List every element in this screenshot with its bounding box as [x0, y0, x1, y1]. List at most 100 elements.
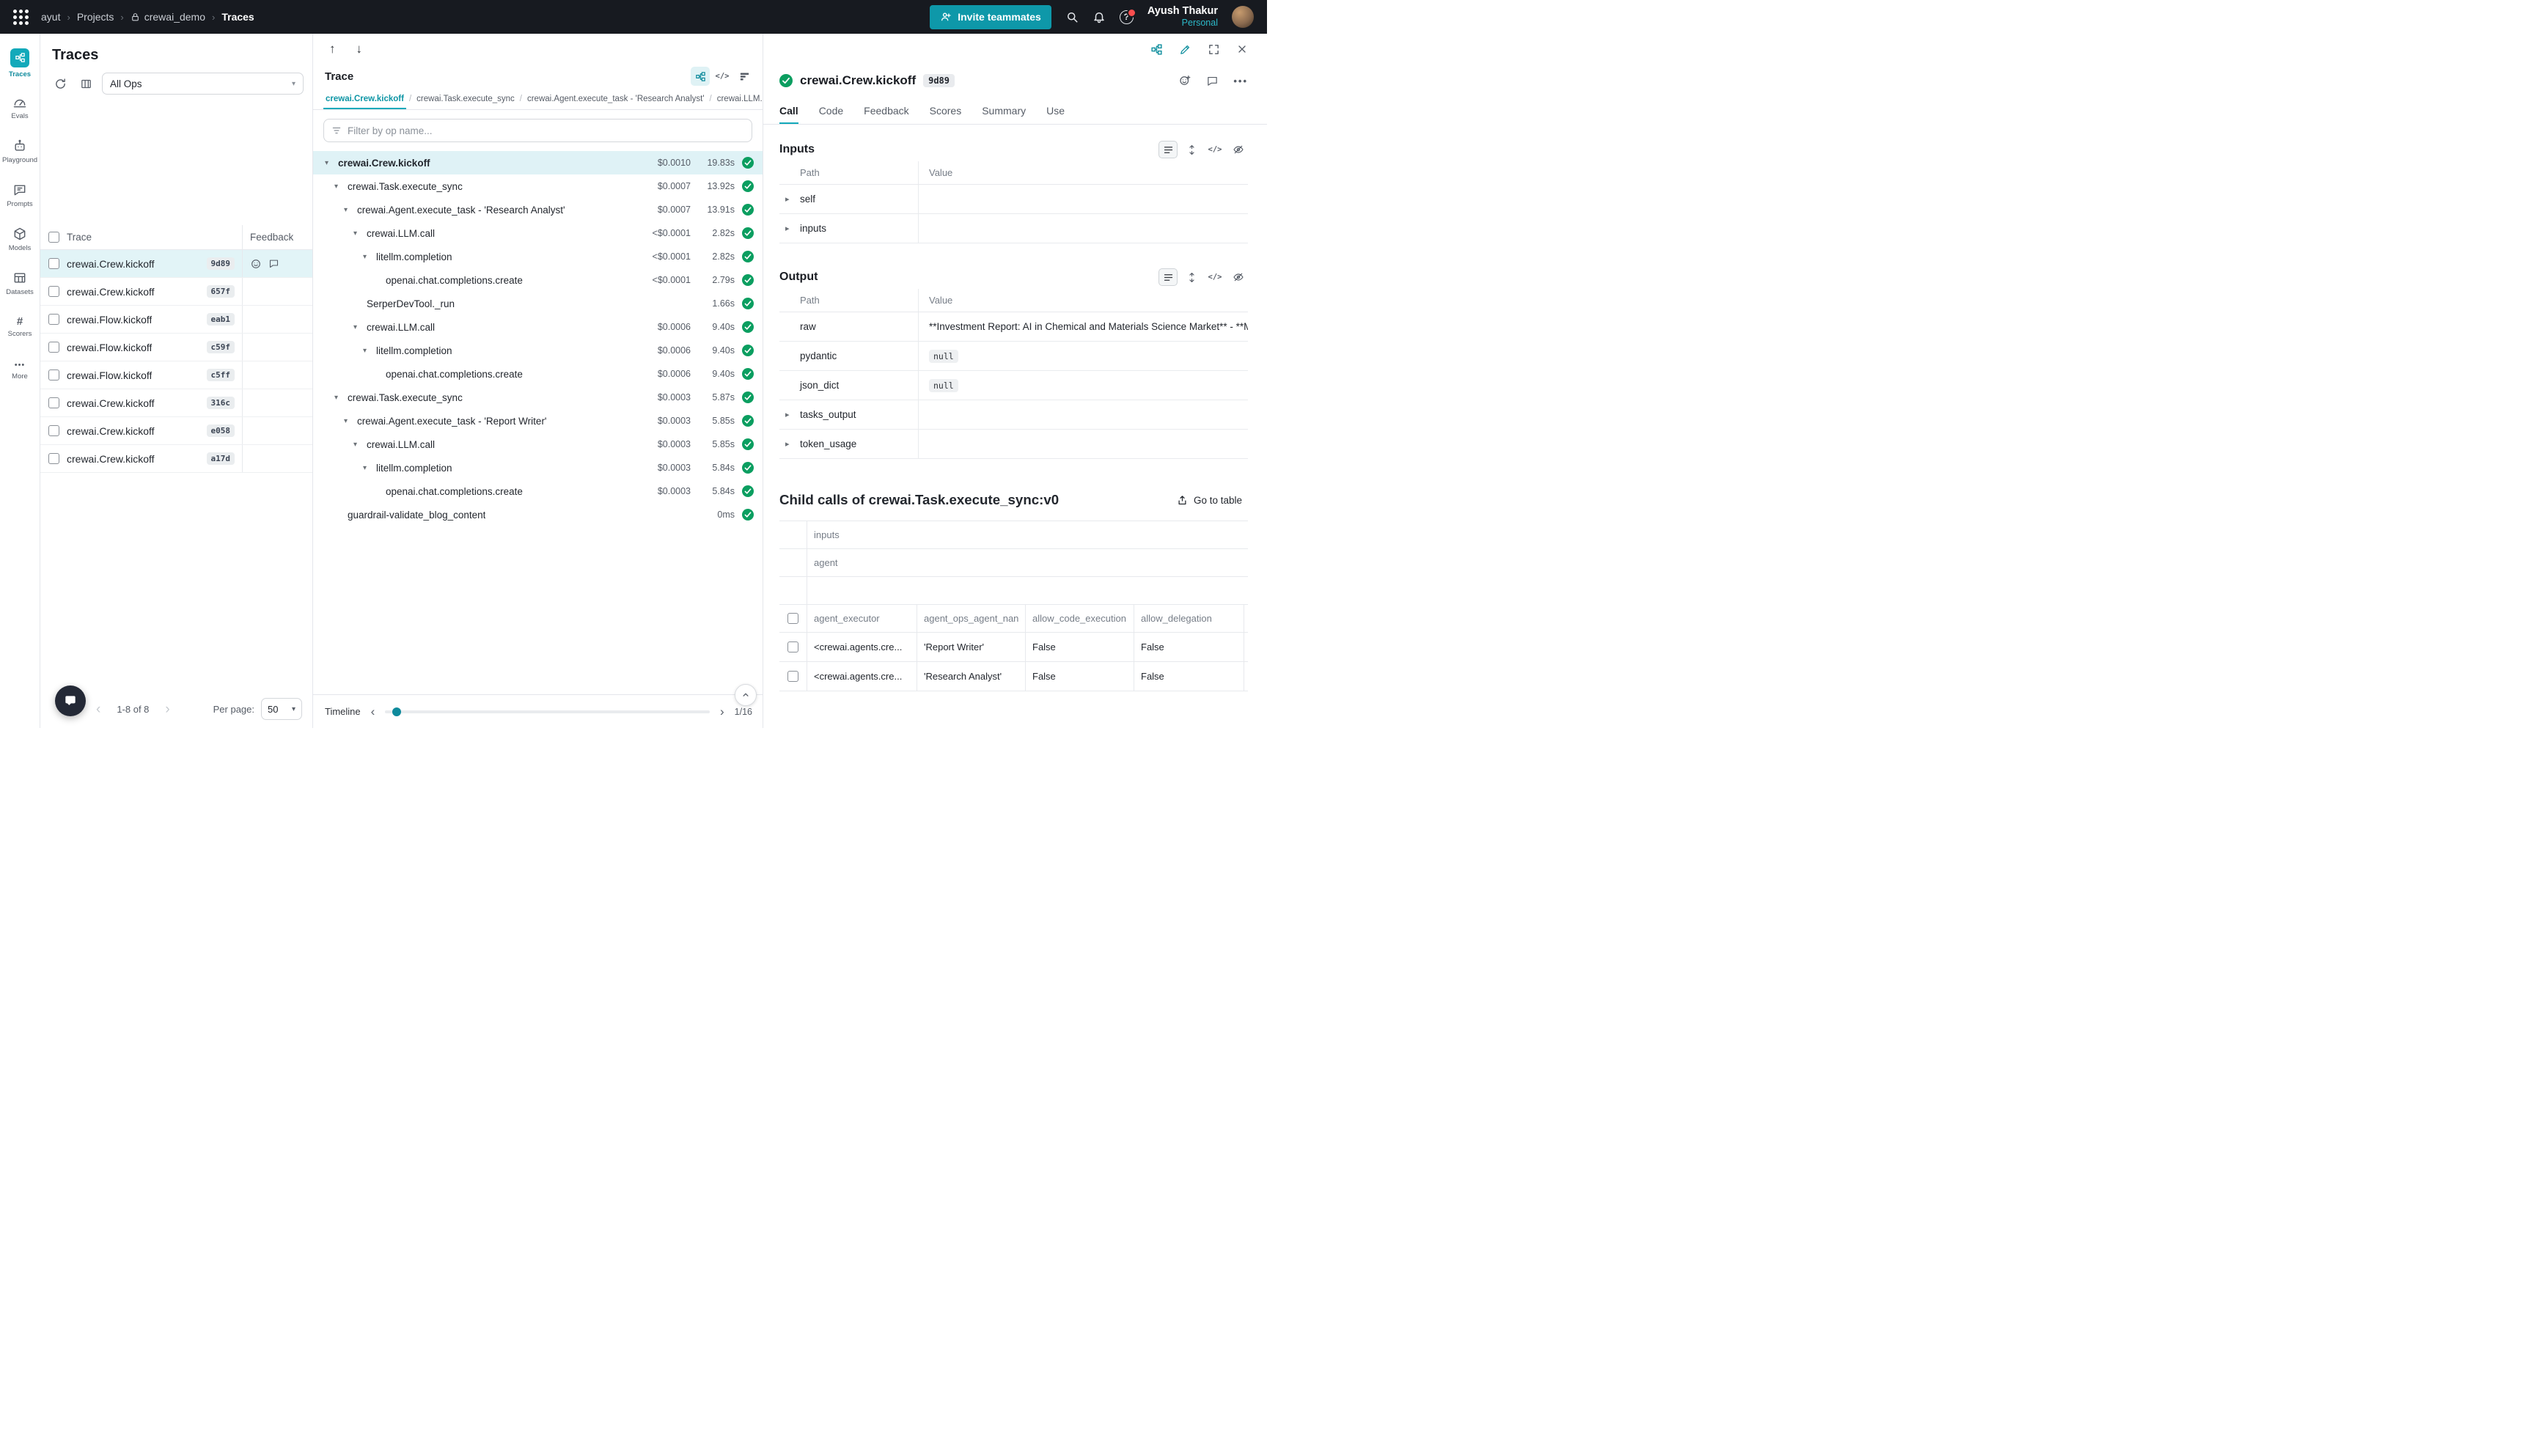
kv-row[interactable]: json_dict null: [779, 371, 1248, 400]
trace-list-row[interactable]: crewai.Crew.kickoff 657f: [40, 278, 312, 306]
call-tree-row[interactable]: ▾ crewai.Task.execute_sync $0.0003 5.87s: [313, 386, 763, 409]
code-view-toggle[interactable]: </>: [713, 67, 732, 86]
chevron-down-icon[interactable]: ▾: [344, 417, 357, 425]
comment-icon[interactable]: [1206, 75, 1219, 87]
row-checkbox[interactable]: [48, 397, 59, 408]
rail-item-datasets[interactable]: Datasets: [0, 261, 40, 305]
row-checkbox[interactable]: [48, 342, 59, 353]
code-view-icon[interactable]: </>: [1205, 141, 1224, 158]
trace-list-row[interactable]: crewai.Crew.kickoff a17d: [40, 445, 312, 473]
call-id-badge[interactable]: 9d89: [923, 74, 955, 87]
row-checkbox[interactable]: [48, 286, 59, 297]
notifications-bell-icon[interactable]: [1092, 10, 1106, 23]
page-prev-icon[interactable]: ‹: [96, 702, 100, 716]
chevron-down-icon[interactable]: ▾: [353, 441, 367, 449]
row-checkbox[interactable]: [787, 641, 798, 652]
rail-item-playground[interactable]: Playground: [0, 129, 40, 173]
help-icon[interactable]: ?: [1120, 10, 1134, 24]
chevron-right-icon[interactable]: ▸: [785, 224, 800, 233]
kv-row[interactable]: pydantic null: [779, 342, 1248, 371]
ops-filter-select[interactable]: All Ops ▾: [102, 73, 304, 95]
path-tab[interactable]: crewai.Task.execute_sync: [414, 88, 517, 109]
call-tree-row[interactable]: ▾ crewai.Crew.kickoff $0.0010 19.83s: [313, 151, 763, 174]
chevron-down-icon[interactable]: ▾: [353, 323, 367, 331]
chevron-right-icon[interactable]: ▸: [785, 410, 800, 419]
edit-pencil-icon[interactable]: [1179, 43, 1191, 56]
pretty-view-icon[interactable]: [1158, 141, 1178, 158]
row-checkbox[interactable]: [48, 314, 59, 325]
avatar[interactable]: [1232, 6, 1254, 28]
expand-all-icon[interactable]: [1182, 268, 1201, 286]
chevron-down-icon[interactable]: ▾: [363, 464, 376, 472]
column-settings-button[interactable]: [76, 74, 95, 93]
kv-row[interactable]: ▸ tasks_output: [779, 400, 1248, 430]
child-table-row[interactable]: <crewai.agents.cre...'Research Analyst'F…: [779, 662, 1248, 691]
breadcrumb-traces[interactable]: Traces: [221, 11, 254, 23]
chevron-right-icon[interactable]: ▸: [785, 194, 800, 204]
call-tree-row[interactable]: SerperDevTool._run 1.66s: [313, 292, 763, 315]
trace-list-row[interactable]: crewai.Crew.kickoff e058: [40, 417, 312, 445]
kv-row[interactable]: ▸ token_usage: [779, 430, 1248, 459]
next-call-arrow-icon[interactable]: ↓: [356, 42, 363, 56]
call-tree-row[interactable]: ▾ crewai.LLM.call $0.0006 9.40s: [313, 315, 763, 339]
tab-use[interactable]: Use: [1046, 97, 1065, 124]
wandb-logo[interactable]: [0, 10, 41, 25]
trace-list-row[interactable]: crewai.Crew.kickoff 316c: [40, 389, 312, 417]
page-next-icon[interactable]: ›: [165, 702, 169, 716]
breadcrumb-project[interactable]: crewai_demo: [131, 11, 205, 23]
call-tree-row[interactable]: openai.chat.completions.create $0.0003 5…: [313, 479, 763, 503]
fullscreen-expand-icon[interactable]: [1208, 43, 1220, 56]
per-page-select[interactable]: 50 ▾: [261, 698, 302, 720]
call-tree-row[interactable]: ▾ crewai.Agent.execute_task - 'Research …: [313, 198, 763, 221]
chevron-down-icon[interactable]: ▾: [344, 206, 357, 214]
comment-icon[interactable]: [268, 258, 279, 270]
rail-item-traces[interactable]: Traces: [0, 41, 40, 85]
call-tree-row[interactable]: ▾ crewai.Task.execute_sync $0.0007 13.92…: [313, 174, 763, 198]
row-checkbox[interactable]: [787, 671, 798, 682]
tree-view-toggle[interactable]: [691, 67, 710, 86]
row-checkbox[interactable]: [48, 453, 59, 464]
child-table-row[interactable]: <crewai.agents.cre...'Report Writer'Fals…: [779, 633, 1248, 662]
flamegraph-view-toggle[interactable]: [735, 67, 754, 86]
path-tab[interactable]: crewai.Crew.kickoff: [323, 88, 406, 109]
kv-row[interactable]: ▸ inputs: [779, 214, 1248, 243]
timeline-prev-icon[interactable]: ‹: [371, 705, 375, 718]
timeline-slider-knob[interactable]: [392, 707, 401, 716]
show-trace-tree-icon[interactable]: [1150, 43, 1163, 56]
row-checkbox[interactable]: [787, 613, 798, 624]
reaction-smiley-icon[interactable]: [250, 258, 262, 270]
breadcrumb-projects[interactable]: Projects: [77, 11, 114, 23]
child-table-header-row[interactable]: agent_executoragent_ops_agent_nanallow_c…: [779, 605, 1248, 633]
trace-list-row[interactable]: crewai.Flow.kickoff c59f: [40, 334, 312, 361]
select-all-checkbox[interactable]: [48, 232, 59, 243]
prev-call-arrow-icon[interactable]: ↑: [329, 42, 336, 56]
breadcrumb-entity[interactable]: ayut: [41, 11, 60, 23]
close-icon[interactable]: [1236, 43, 1248, 55]
trace-list-row[interactable]: crewai.Flow.kickoff c5ff: [40, 361, 312, 389]
row-checkbox[interactable]: [48, 425, 59, 436]
chevron-down-icon[interactable]: ▾: [334, 394, 348, 402]
timeline-slider[interactable]: [385, 710, 710, 713]
rail-item-more[interactable]: ••• More: [0, 349, 40, 393]
chevron-down-icon[interactable]: ▾: [363, 347, 376, 355]
rail-item-evals[interactable]: Evals: [0, 85, 40, 129]
tab-call[interactable]: Call: [779, 97, 798, 124]
chevron-down-icon[interactable]: ▾: [363, 253, 376, 261]
call-tree-row[interactable]: openai.chat.completions.create <$0.0001 …: [313, 268, 763, 292]
search-icon[interactable]: [1065, 10, 1079, 23]
call-tree-row[interactable]: ▾ litellm.completion <$0.0001 2.82s: [313, 245, 763, 268]
trace-list-row[interactable]: crewai.Flow.kickoff eab1: [40, 306, 312, 334]
call-tree-row[interactable]: ▾ crewai.LLM.call <$0.0001 2.82s: [313, 221, 763, 245]
expand-all-icon[interactable]: [1182, 141, 1201, 158]
row-checkbox[interactable]: [48, 369, 59, 380]
hide-values-eye-icon[interactable]: [1229, 268, 1248, 286]
refresh-button[interactable]: [51, 74, 70, 93]
chevron-right-icon[interactable]: ▸: [785, 439, 800, 449]
row-checkbox[interactable]: [48, 258, 59, 269]
kv-row[interactable]: raw **Investment Report: AI in Chemical …: [779, 312, 1248, 342]
call-tree-row[interactable]: ▾ crewai.LLM.call $0.0003 5.85s: [313, 433, 763, 456]
overflow-menu-icon[interactable]: •••: [1233, 76, 1248, 86]
path-tab[interactable]: crewai.Agent.execute_task - 'Research An…: [525, 88, 707, 109]
trace-list-row[interactable]: crewai.Crew.kickoff 9d89: [40, 250, 312, 278]
tab-feedback[interactable]: Feedback: [864, 97, 908, 124]
